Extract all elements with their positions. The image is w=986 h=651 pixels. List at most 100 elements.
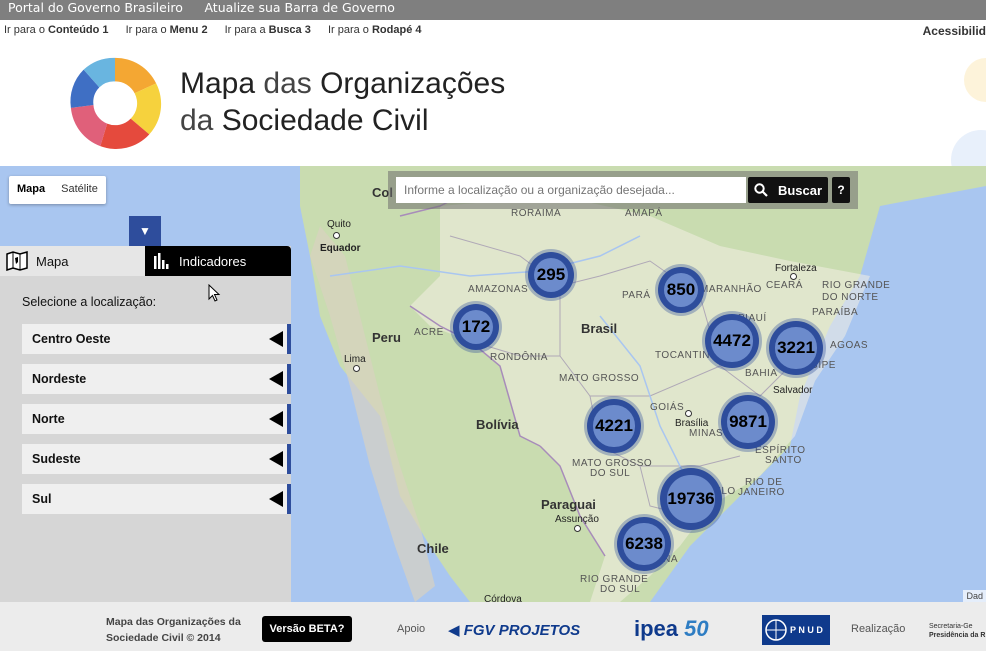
label-amazonas: AMAZONAS [468,284,529,295]
cluster-marker-172[interactable]: 172 [453,304,499,350]
beta-button[interactable]: Versão BETA? [262,616,352,642]
label-rio-grande-sul: DO SUL [600,584,641,595]
cluster-marker-19736[interactable]: 19736 [660,468,722,530]
bar-chart-icon [154,253,169,269]
region-sudeste[interactable]: Sudeste [22,444,291,474]
support-label: Apoio [397,623,426,635]
label-tocantins: TOCANTIN [655,350,710,361]
search-bar: Buscar ? [388,171,858,209]
cluster-marker-9871[interactable]: 9871 [721,395,775,449]
expand-arrow-icon [269,491,283,507]
skip-links: Ir para o Conteúdo 1 Ir para o Menu 2 Ir… [4,24,436,36]
label-rio-grande-norte: RIO GRANDE [822,280,891,291]
map-type-map-button[interactable]: Mapa [9,176,53,204]
cluster-marker-850[interactable]: 850 [658,267,704,313]
help-button[interactable]: ? [832,177,850,203]
tab-map[interactable]: Mapa [0,246,145,276]
label-peru: Peru [372,330,401,345]
site-header: Mapa das Organizações da Sociedade Civil [0,40,986,170]
chevron-down-icon: ▼ [139,224,151,238]
label-janeiro: JANEIRO [738,487,785,498]
label-maranhao: MARANHÃO [700,284,762,295]
label-roraima: RORAIMA [511,208,562,219]
city-dot-brasilia [685,410,692,417]
label-bahia: BAHIA [745,368,778,379]
skip-link-menu[interactable]: Ir para o Menu 2 [126,24,208,36]
region-sul[interactable]: Sul [22,484,291,514]
site-logo[interactable] [66,54,164,152]
skip-link-footer[interactable]: Ir para o Rodapé 4 [328,24,422,36]
label-paraguai: Paraguai [541,497,596,512]
un-emblem-icon [765,619,787,641]
gov-update-link[interactable]: Atualize sua Barra de Governo [204,0,395,15]
search-input[interactable] [396,177,746,203]
label-cordova: Córdova [484,594,522,602]
skip-link-search[interactable]: Ir para a Busca 3 [225,24,311,36]
label-mato-grosso: MATO GROSSO [559,373,640,384]
label-assuncao: Assunção [555,514,599,525]
label-fortaleza: Fortaleza [775,263,817,274]
label-rondonia: RONDÔNIA [490,352,548,363]
site-title-line2: da Sociedade Civil [180,104,429,137]
label-acre: ACRE [414,327,444,338]
cluster-marker-295[interactable]: 295 [528,252,574,298]
gov-bar: Portal do Governo Brasileiro Atualize su… [0,0,986,20]
panel-toggle-button[interactable]: ▼ [129,216,161,246]
map-icon [6,251,28,271]
secretaria-logo[interactable]: Secretaria-Ge Presidência da R [929,622,985,640]
label-alagoas: AGOAS [830,340,869,351]
label-salvador: Salvador [773,385,813,396]
label-amapa: AMAPÁ [625,208,663,219]
region-centro-oeste[interactable]: Centro Oeste [22,324,291,354]
location-prompt: Selecione a localização: [22,295,157,309]
app-root: { "govbar": { "portal": "Portal do Gover… [0,0,986,651]
site-footer: Mapa das Organizações da Sociedade Civil… [0,602,986,651]
label-equador: Equador [320,243,361,254]
region-norte[interactable]: Norte [22,404,291,434]
map-type-control: Mapa Satélite [9,176,106,204]
label-paraiba: PARAÍBA [812,307,859,318]
accessibility-link[interactable]: Acessibilid [923,24,986,38]
expand-arrow-icon [269,411,283,427]
label-para: PARÁ [622,290,651,301]
skip-link-content[interactable]: Ir para o Conteúdo 1 [4,24,109,36]
label-santo: SANTO [765,455,802,466]
label-ceara: CEARÁ [766,280,803,291]
search-icon [754,183,768,197]
expand-arrow-icon [269,331,283,347]
label-quito: Quito [327,219,351,230]
label-brasil: Brasil [581,321,618,336]
map-view[interactable]: RORAIMA AMAPÁ AMAZONAS PARÁ MARANHÃO CEA… [0,166,986,602]
city-dot-quito [333,232,340,239]
label-do-norte: DO NORTE [822,292,879,303]
cluster-marker-4472[interactable]: 4472 [705,314,759,368]
cluster-marker-3221[interactable]: 3221 [769,321,823,375]
tab-indicators[interactable]: Indicadores [145,246,291,276]
realization-label: Realização [851,623,906,635]
map-type-satellite-button[interactable]: Satélite [53,176,106,204]
cluster-marker-6238[interactable]: 6238 [617,517,671,571]
city-dot-assuncao [574,525,581,532]
city-dot-fortaleza [790,273,797,280]
site-title-line1: Mapa das Organizações [180,67,506,100]
label-brasilia: Brasília [675,418,709,429]
footer-site-name: Mapa das Organizações da Sociedade Civil… [106,616,241,644]
label-ms2: DO SUL [590,468,631,479]
gov-portal-link[interactable]: Portal do Governo Brasileiro [8,0,183,15]
ipea-logo[interactable]: ipea 50 [634,616,709,642]
map-attribution[interactable]: Dad [963,590,986,602]
expand-arrow-icon [269,451,283,467]
cloud-decoration [951,58,986,170]
label-bolivia: Bolívia [476,417,519,432]
cluster-marker-4221[interactable]: 4221 [587,399,641,453]
mouse-cursor-icon [208,284,221,302]
label-chile: Chile [417,541,449,556]
side-panel: Mapa Indicadores Selecione a localização… [0,246,291,602]
search-button[interactable]: Buscar [748,177,828,203]
label-lima: Lima [344,354,366,365]
fgv-logo[interactable]: ◀ FGV PROJETOS [448,621,580,639]
region-nordeste[interactable]: Nordeste [22,364,291,394]
pnud-logo[interactable]: P N U D [762,615,830,645]
expand-arrow-icon [269,371,283,387]
city-dot-lima [353,365,360,372]
